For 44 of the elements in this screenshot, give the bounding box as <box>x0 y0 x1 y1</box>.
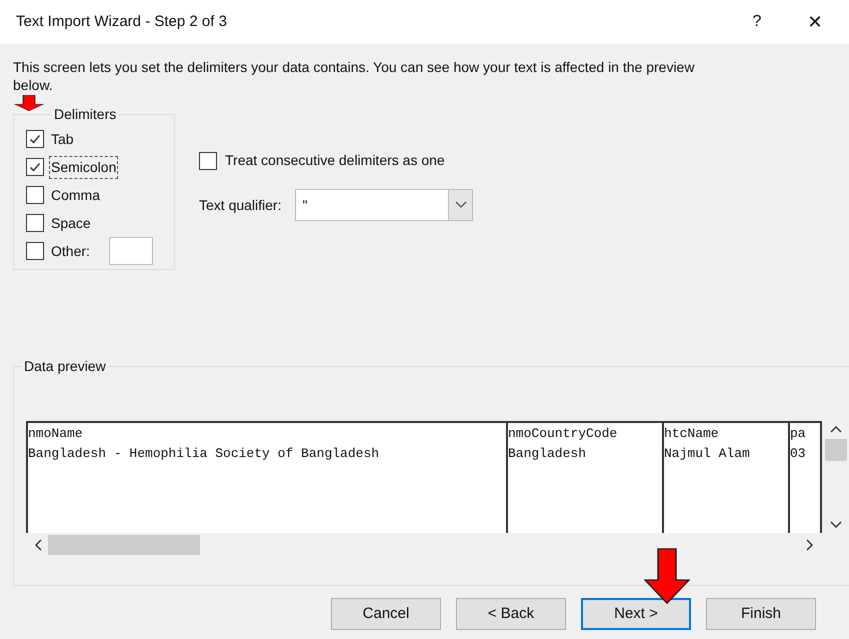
help-button[interactable]: ? <box>737 10 777 34</box>
arrow-icon <box>14 95 44 111</box>
dialog-button[interactable]: Next > <box>581 598 691 630</box>
chevron-up-icon[interactable] <box>830 425 842 433</box>
window-title: Text Import Wizard - Step 2 of 3 <box>16 12 228 32</box>
checkbox[interactable] <box>26 186 44 204</box>
preview-cell-text: nmoName <box>28 425 83 443</box>
checkbox[interactable] <box>199 152 217 170</box>
chevron-right-icon[interactable] <box>806 539 814 551</box>
qualifier-dropdown[interactable]: " <box>295 189 474 221</box>
close-button[interactable]: ✕ <box>795 8 835 36</box>
preview-cell-text: Bangladesh <box>508 445 586 463</box>
chevron-left-icon[interactable] <box>34 539 42 551</box>
group-label: Delimiters <box>53 105 118 124</box>
field-label: Text qualifier: <box>199 196 282 215</box>
preview-cell-text: 03 <box>790 445 806 463</box>
checkbox-label[interactable]: Treat consecutive delimiters as one <box>225 150 445 171</box>
checkbox-label[interactable]: Space <box>50 212 92 234</box>
scroll-thumb[interactable] <box>825 439 847 461</box>
checkbox[interactable] <box>26 214 44 232</box>
dialog-button[interactable]: Cancel <box>331 598 441 630</box>
preview-cell-text: nmoCountryCode <box>508 425 618 443</box>
checkbox-label[interactable]: Semicolon <box>50 156 118 178</box>
checkbox-label[interactable]: Comma <box>50 184 102 206</box>
scroll-thumb[interactable] <box>48 535 200 555</box>
preview-cell-text: htcName <box>664 425 719 443</box>
chevron-down-icon <box>454 201 467 209</box>
dialog-button[interactable]: < Back <box>456 598 566 630</box>
checkbox[interactable] <box>26 158 44 176</box>
checkbox[interactable] <box>26 242 44 260</box>
check-icon <box>29 133 41 145</box>
check-icon <box>29 161 41 173</box>
checkbox-label[interactable]: Tab <box>50 128 75 150</box>
group-label: Data preview <box>23 357 107 376</box>
chevron-down-icon[interactable] <box>830 521 842 529</box>
dialog-button[interactable]: Finish <box>706 598 816 630</box>
description-text: This screen lets you set the delimiters your data contains. You can see how your text is affected in the preview below. <box>13 58 696 94</box>
preview-cell-text: Bangladesh - Hemophilia Society of Bangladesh <box>28 445 380 463</box>
checkbox-label[interactable]: Other: <box>50 240 91 262</box>
preview-cell-text: Najmul Alam <box>664 445 750 463</box>
checkbox[interactable] <box>26 130 44 148</box>
other-field[interactable] <box>108 237 153 265</box>
preview-cell-text: pa <box>790 425 806 443</box>
arrow-icon <box>644 548 690 604</box>
